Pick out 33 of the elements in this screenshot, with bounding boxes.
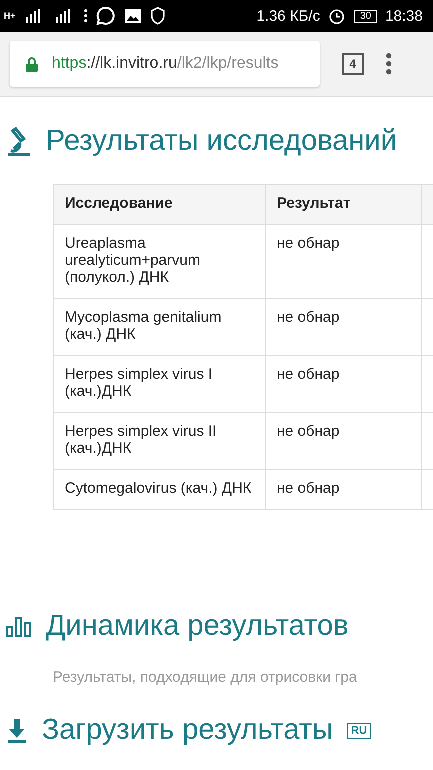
chat-icon [96, 6, 116, 26]
network-type: H+ [4, 11, 16, 21]
clock-time: 18:38 [385, 8, 423, 24]
battery-level: 30 [354, 10, 378, 22]
info-text: Результаты, подходящие для отрисовки гра [53, 669, 358, 686]
column-header: Результат [266, 184, 422, 224]
table-cell: не обнар [266, 224, 422, 298]
table-cell: Mycoplasma genitalium (кач.) ДНК [54, 298, 266, 356]
table-cell: Herpes simplex virus I (кач.)ДНК [54, 356, 266, 412]
bar-chart-icon [6, 616, 32, 636]
table-cell: Herpes simplex virus II (кач.)ДНК [54, 412, 266, 470]
table-cell: не обнар [266, 356, 422, 412]
shield-icon [150, 7, 166, 25]
section-title: Динамика результатов [46, 610, 349, 643]
menu-icon[interactable] [386, 53, 392, 75]
language-badge: RU [347, 722, 372, 738]
table-cell: не обнар [266, 298, 422, 356]
alarm-icon [328, 7, 346, 25]
network-speed: 1.36 КБ/с [256, 8, 320, 24]
column-header: Исследование [54, 184, 266, 224]
more-icon [84, 9, 88, 23]
download-icon [6, 718, 28, 742]
microscope-icon [6, 126, 32, 156]
table-cell: Ureaplasma urealyticum+parvum (полукол.) ДНК [54, 224, 266, 298]
tab-count-button[interactable]: 4 [342, 53, 364, 75]
lock-icon [26, 56, 38, 72]
table-cell: Cytomegalovirus (кач.) ДНК [54, 470, 266, 510]
section-title: Результаты исследований [46, 125, 398, 158]
address-bar[interactable]: https://lk.invitro.ru/lk2/lkp/results [10, 41, 320, 87]
table-cell: не обнар [266, 412, 422, 470]
image-icon [124, 8, 142, 24]
section-title[interactable]: Загрузить результаты [42, 714, 334, 747]
table-cell: не обнар [266, 470, 422, 510]
